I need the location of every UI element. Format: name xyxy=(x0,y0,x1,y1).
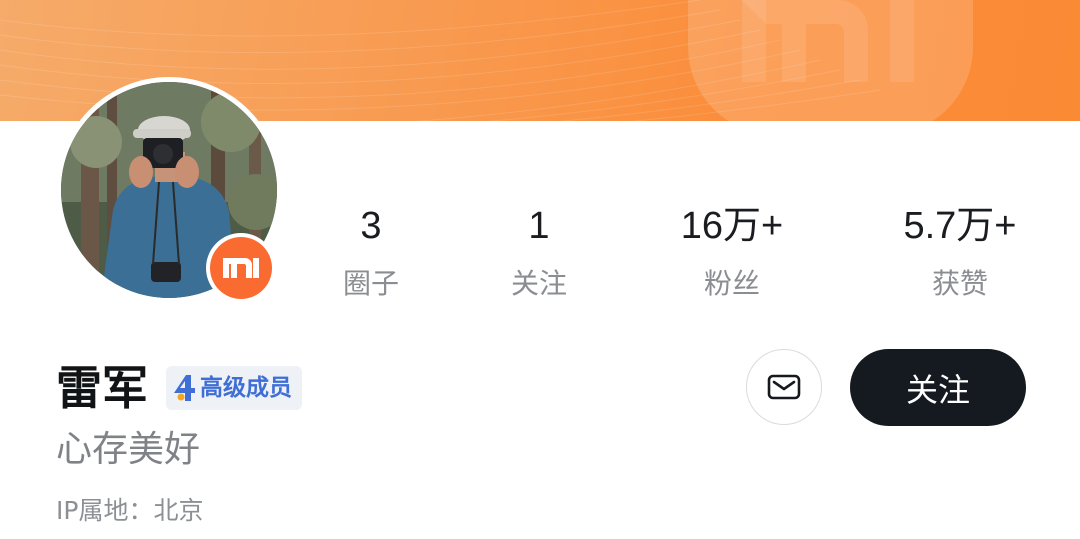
stat-label: 获赞 xyxy=(931,267,988,300)
mail-icon xyxy=(767,374,801,400)
stat-circles[interactable]: 3 圈子 xyxy=(320,198,422,314)
mi-badge-icon xyxy=(210,237,272,299)
mi-logo-icon xyxy=(688,0,973,121)
ip-location: IP属地：北京 xyxy=(56,496,204,525)
profile-page: 3 圈子 1 关注 16万+ 粉丝 5.7万+ 获赞 雷军 高级成员 心存美好 … xyxy=(0,0,1080,539)
stat-following[interactable]: 1 关注 xyxy=(488,198,590,314)
brand-badge xyxy=(206,233,276,303)
message-button[interactable] xyxy=(746,349,822,425)
stat-value: 16万+ xyxy=(680,205,784,247)
level-4-icon xyxy=(172,373,198,403)
stat-followers[interactable]: 16万+ 粉丝 xyxy=(652,198,812,314)
follow-button[interactable]: 关注 xyxy=(850,349,1026,426)
stat-label: 关注 xyxy=(510,267,567,300)
level-badge-label: 高级成员 xyxy=(200,375,292,401)
stat-label: 圈子 xyxy=(342,267,399,300)
stat-label: 粉丝 xyxy=(703,267,760,300)
stat-likes[interactable]: 5.7万+ 获赞 xyxy=(880,198,1040,314)
stat-value: 5.7万+ xyxy=(903,205,1017,247)
profile-bio: 心存美好 xyxy=(56,429,201,470)
profile-name: 雷军 xyxy=(56,361,148,415)
stat-value: 1 xyxy=(528,205,550,247)
level-badge[interactable]: 高级成员 xyxy=(166,366,302,410)
stat-value: 3 xyxy=(360,205,382,247)
